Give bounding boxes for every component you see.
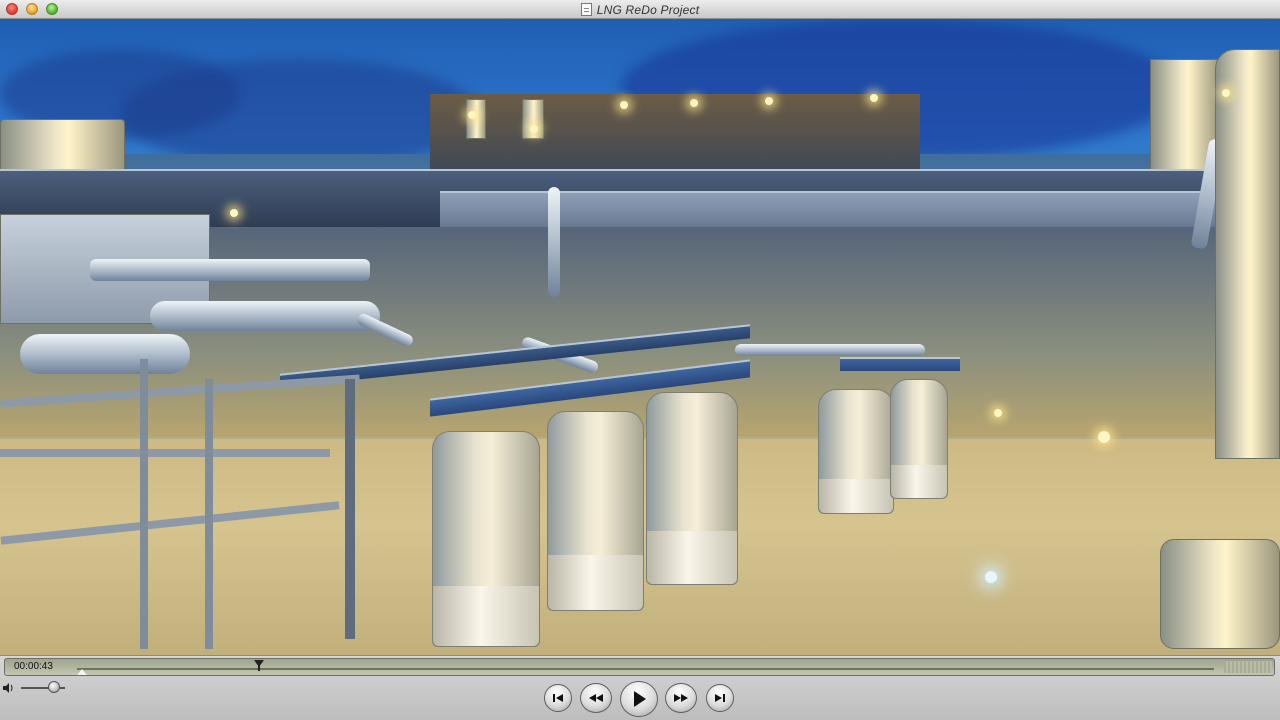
vessel-tank <box>818 389 894 514</box>
fast-forward-button[interactable] <box>665 683 697 713</box>
vessel-tank <box>547 411 644 611</box>
go-to-start-button[interactable] <box>544 684 572 712</box>
document-icon <box>580 3 592 16</box>
transport-controls <box>540 681 740 717</box>
vessel-tank <box>890 379 948 499</box>
speaker-icon <box>3 683 13 693</box>
process-train <box>430 94 920 174</box>
vessel-tank <box>432 431 540 647</box>
volume-control[interactable] <box>3 680 73 696</box>
pipe <box>548 187 560 297</box>
go-to-end-button[interactable] <box>706 684 734 712</box>
vessel-tank <box>646 392 738 585</box>
flood-light <box>870 94 878 102</box>
rewind-icon <box>589 694 603 702</box>
steel-beam <box>0 449 330 457</box>
steel-column <box>205 379 213 649</box>
volume-slider-knob[interactable] <box>48 681 60 693</box>
flood-light <box>230 209 238 217</box>
stack <box>466 99 486 139</box>
selection-start-marker[interactable] <box>77 669 87 675</box>
current-time: 00:00:43 <box>14 661 53 672</box>
steel-column <box>140 359 148 649</box>
stack <box>522 99 544 139</box>
pipe <box>20 334 190 374</box>
rewind-button[interactable] <box>580 683 612 713</box>
playhead-stem <box>257 663 260 671</box>
pipe <box>150 301 380 331</box>
video-frame[interactable] <box>0 19 1280 655</box>
timeline-end-cap <box>1224 661 1272 673</box>
flood-light <box>1098 431 1110 443</box>
flood-light <box>468 111 476 119</box>
skip-to-end-icon <box>715 694 725 702</box>
flood-light <box>530 125 538 133</box>
movie-controller: 00:00:43 <box>0 655 1280 720</box>
flood-light <box>985 571 997 583</box>
flood-light <box>765 97 773 105</box>
title-bar: LNG ReDo Project <box>0 0 1280 19</box>
flood-light <box>620 101 628 109</box>
pipe <box>735 344 925 356</box>
play-icon <box>634 691 646 707</box>
timeline-track[interactable] <box>77 668 1214 670</box>
cloud <box>120 59 480 169</box>
flood-light <box>994 409 1002 417</box>
pipe <box>90 259 370 281</box>
column-base <box>1160 539 1280 649</box>
fast-forward-icon <box>674 694 688 702</box>
steel-column <box>345 379 355 639</box>
play-button[interactable] <box>620 681 658 717</box>
window-title: LNG ReDo Project <box>596 2 700 17</box>
flood-light <box>690 99 698 107</box>
column-tower <box>1215 49 1280 459</box>
skip-to-start-icon <box>553 694 563 702</box>
window-title-group: LNG ReDo Project <box>0 0 1280 19</box>
blue-platform <box>840 357 960 371</box>
flood-light <box>1222 89 1230 97</box>
timeline-scrubber[interactable]: 00:00:43 <box>4 658 1275 676</box>
